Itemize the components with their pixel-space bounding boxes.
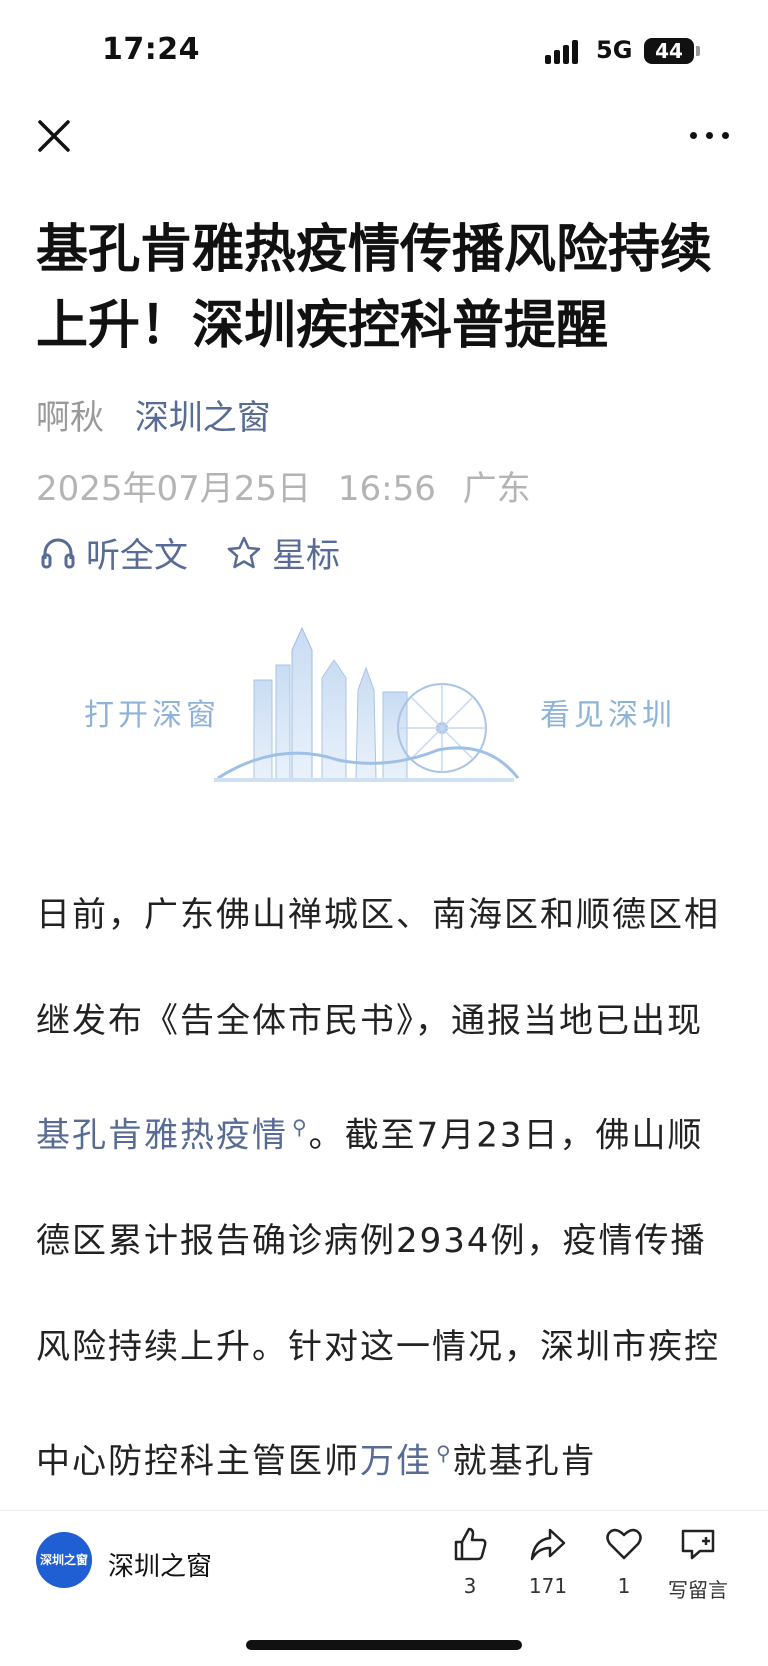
search-icon[interactable]: ⚲ bbox=[292, 1115, 309, 1139]
comment-label: 写留言 bbox=[668, 1578, 728, 1602]
listen-button[interactable]: 听全文 bbox=[40, 528, 188, 577]
skyline-illustration bbox=[214, 626, 520, 782]
favorite-button[interactable]: 1 bbox=[584, 1524, 664, 1598]
comment-button[interactable]: 写留言 bbox=[658, 1524, 738, 1603]
article-title: 基孔肯雅热疫情传播风险持续上升！深圳疾控科普提醒 bbox=[36, 220, 713, 356]
status-time: 17:24 bbox=[102, 32, 200, 67]
share-count: 171 bbox=[528, 1574, 568, 1598]
article-banner-image: 打开深窗 看见深圳 bbox=[78, 620, 698, 792]
article-body: 日前，广东佛山禅城区、南海区和顺德区相继发布《告全体市民书》，通报当地已出现基孔… bbox=[36, 862, 736, 1515]
share-icon bbox=[530, 1528, 566, 1561]
star-icon bbox=[227, 536, 261, 568]
publish-time: 16:56 bbox=[337, 469, 436, 509]
more-icon[interactable] bbox=[690, 124, 738, 144]
thumbs-up-icon bbox=[454, 1527, 487, 1561]
author-name: 啊秋 bbox=[36, 398, 104, 438]
publish-date: 2025年07月25日 bbox=[36, 469, 312, 509]
source-account-link[interactable]: 深圳之窗 bbox=[135, 398, 271, 438]
article-byline: 啊秋 深圳之窗 bbox=[36, 390, 271, 439]
battery-icon: 44 bbox=[644, 38, 694, 64]
heart-icon bbox=[606, 1528, 642, 1560]
publish-info: 2025年07月25日 16:56 广东 bbox=[36, 461, 547, 510]
favorite-count: 1 bbox=[617, 1574, 631, 1598]
battery-cap bbox=[696, 46, 700, 56]
share-button[interactable]: 171 bbox=[508, 1524, 588, 1598]
home-indicator[interactable] bbox=[246, 1640, 522, 1650]
body-text-2: 。截至7月23日，佛山顺德区累计报告确诊病例2934例，疫情传播风险持续上升。针… bbox=[36, 1115, 720, 1482]
account-avatar[interactable]: 深圳之窗 bbox=[36, 1532, 92, 1588]
body-text-3: 就基孔肯 bbox=[452, 1441, 597, 1482]
search-icon[interactable]: ⚲ bbox=[436, 1441, 453, 1465]
network-type: 5G bbox=[596, 36, 633, 64]
star-button[interactable]: 星标 bbox=[226, 528, 340, 577]
account-name[interactable]: 深圳之窗 bbox=[108, 1546, 212, 1583]
publish-location: 广东 bbox=[462, 469, 531, 509]
headphones-icon bbox=[41, 538, 75, 568]
like-button[interactable]: 3 bbox=[430, 1524, 510, 1598]
keyword-link-wanjia[interactable]: 万佳 bbox=[360, 1442, 432, 1482]
signal-icon bbox=[545, 40, 585, 64]
like-count: 3 bbox=[463, 1574, 477, 1598]
listen-label: 听全文 bbox=[86, 536, 188, 576]
close-icon[interactable] bbox=[34, 116, 74, 156]
star-label: 星标 bbox=[272, 536, 340, 576]
body-text-1: 日前，广东佛山禅城区、南海区和顺德区相继发布《告全体市民书》，通报当地已出现 bbox=[36, 895, 720, 1041]
keyword-link-chikungunya[interactable]: 基孔肯雅热疫情 bbox=[36, 1115, 288, 1155]
comment-add-icon bbox=[681, 1529, 715, 1560]
